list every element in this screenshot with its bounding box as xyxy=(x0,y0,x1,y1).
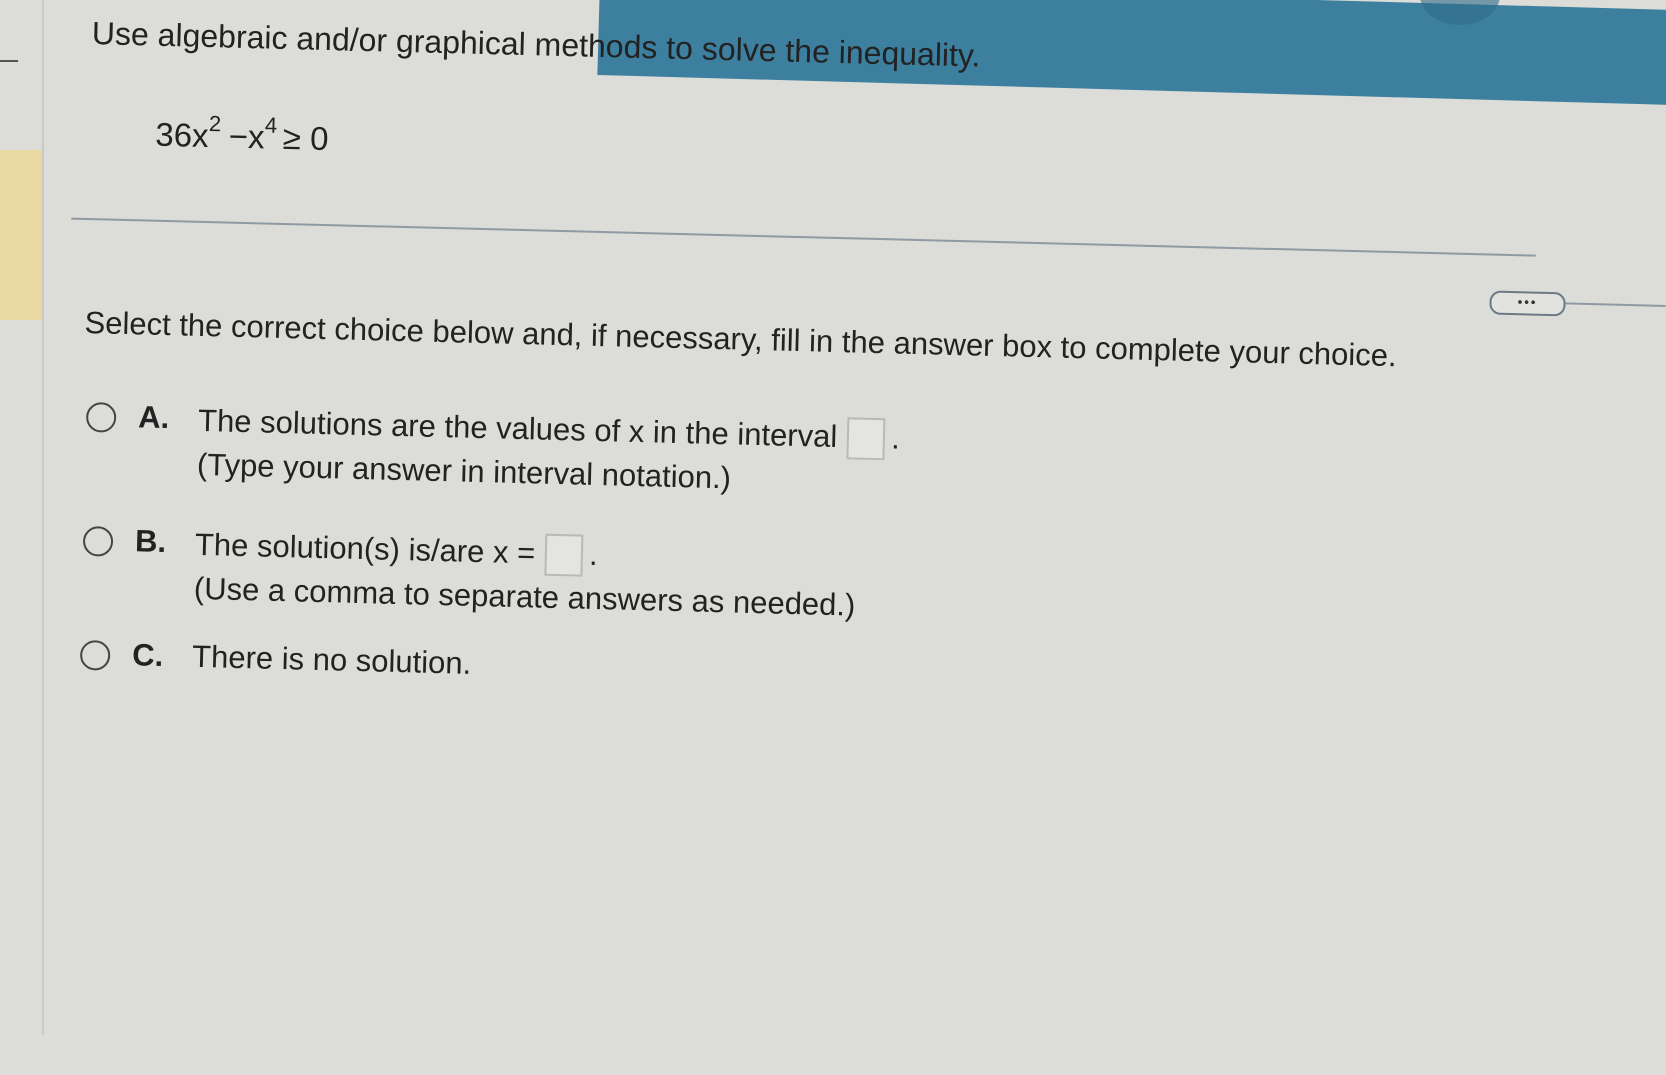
exponent-4: 4 xyxy=(264,112,278,138)
choice-b-line: The solution(s) is/are x =. xyxy=(194,525,598,577)
choice-c-text: There is no solution. xyxy=(191,638,472,681)
choice-a-radio[interactable] xyxy=(85,402,117,433)
choice-b-letter: B. xyxy=(134,523,167,560)
section-divider xyxy=(71,217,1536,257)
choice-prompt: Select the correct choice below and, if … xyxy=(84,304,1398,374)
choice-c-letter: C. xyxy=(131,637,164,674)
more-options-button[interactable]: ••• xyxy=(1489,290,1566,317)
choice-b-period: . xyxy=(588,536,599,573)
choice-a-text: The solutions are the values of x in the… xyxy=(197,402,838,455)
inequality-expression: 36x2 −x4 ≥ 0 xyxy=(155,110,329,158)
question-page: Use algebraic and/or graphical methods t… xyxy=(0,0,1666,1075)
choice-a-period: . xyxy=(890,420,901,456)
inequality-relation: ≥ 0 xyxy=(282,118,329,158)
choice-a-letter: A. xyxy=(137,399,170,436)
choice-b-text: The solution(s) is/are x = xyxy=(194,526,536,571)
exponent-2: 2 xyxy=(208,111,222,137)
section-divider-right xyxy=(1565,302,1666,307)
choice-b-answer-box[interactable] xyxy=(544,533,584,577)
choice-b-radio[interactable] xyxy=(82,525,114,557)
inequality-term-2: −x xyxy=(228,117,266,156)
choice-c-radio[interactable] xyxy=(79,639,111,671)
choice-a-answer-box[interactable] xyxy=(846,417,886,461)
inequality-term-1: 36x xyxy=(154,115,210,155)
question-instruction: Use algebraic and/or graphical methods t… xyxy=(91,15,981,74)
choice-b-hint: (Use a comma to separate answers as need… xyxy=(193,570,856,623)
